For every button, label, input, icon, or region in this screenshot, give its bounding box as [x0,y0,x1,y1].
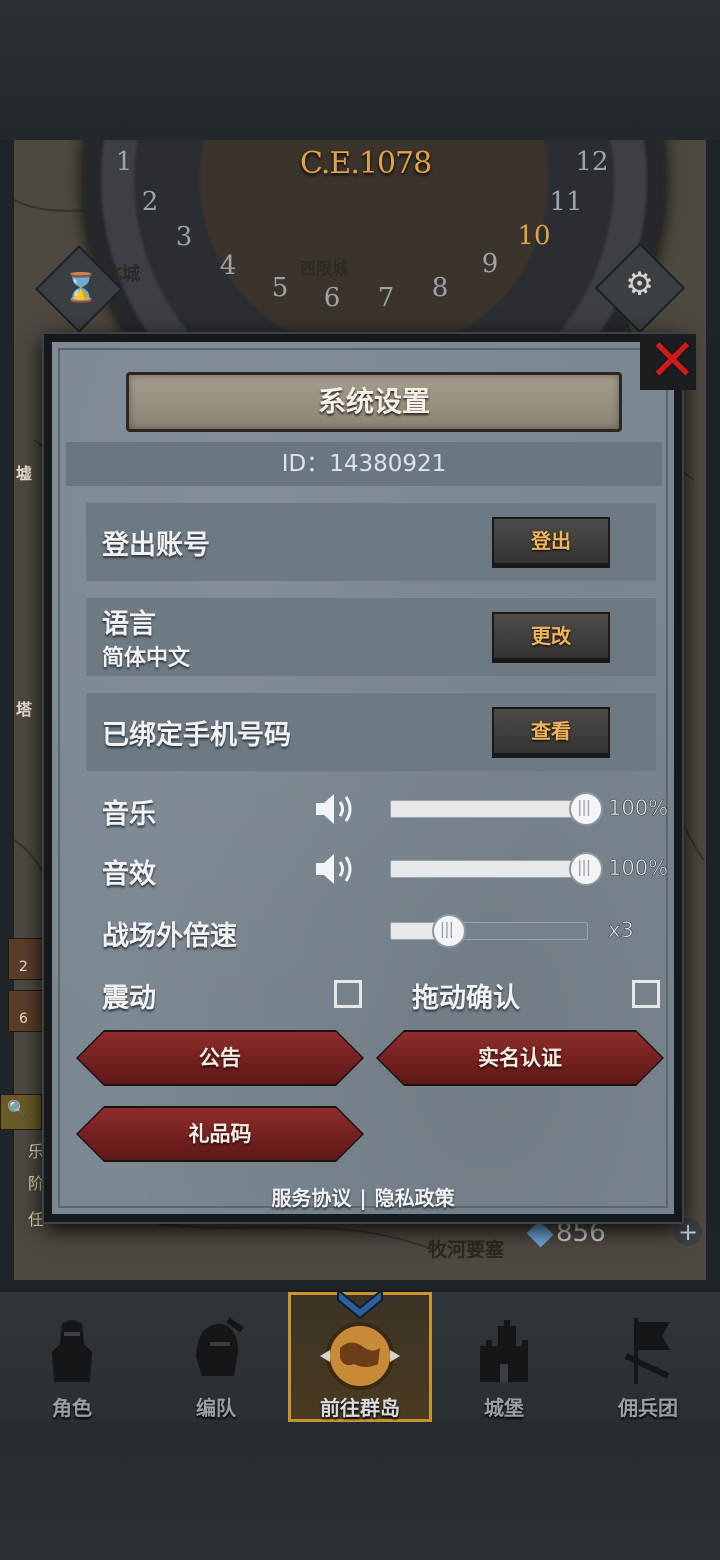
announcement-label: 公告 [199,1046,241,1070]
real-name-verify-button[interactable]: 实名认证 [378,1032,662,1084]
speaker-icon[interactable] [314,851,358,887]
speaker-icon[interactable] [314,791,358,827]
nav-label-formation: 编队 [196,1396,236,1420]
user-id-bar: ID：14380921 [66,442,662,486]
dial-number: 12 [575,147,608,177]
service-agreement-link[interactable]: 服务协议 [271,1186,351,1210]
view-phone-label: 查看 [531,719,571,743]
knight-icon [52,1320,92,1382]
search-icon: 🔍 [7,1099,27,1118]
side-badge: 2 [19,959,28,975]
music-label: 音乐 [102,799,156,830]
drag-confirm-checkbox[interactable] [632,980,660,1008]
gear-icon: ⚙ [625,264,654,303]
language-label: 语言 [102,609,156,640]
change-language-button[interactable]: 更改 [492,612,610,660]
resource-counter: 856 [526,1218,606,1248]
bottom-nav: 角色 编队 前往群岛 城堡 佣兵团 [0,1287,720,1422]
real-name-label: 实名认证 [478,1046,562,1070]
resource-value: 856 [556,1218,606,1248]
announcement-button[interactable]: 公告 [78,1032,362,1084]
title-plate: 系统设置 [126,372,622,432]
system-settings-dialog: ✕ 系统设置 ID：14380921 登出账号 登出 语言 简体中文 更改 已绑… [44,330,697,1222]
nav-label-castle: 城堡 [484,1396,524,1420]
dial-number: 5 [272,273,289,303]
dial-number: 11 [549,187,582,217]
view-phone-button[interactable]: 查看 [492,707,610,755]
privacy-policy-link[interactable]: 隐私政策 [375,1186,455,1210]
add-resource-button[interactable]: + [674,1218,702,1246]
dial-number: 7 [378,283,395,313]
dial-number-current: 10 [517,221,550,251]
search-button[interactable]: 🔍 [0,1094,42,1130]
nav-label-mercenary: 佣兵团 [618,1396,678,1420]
globe-icon [320,1322,400,1390]
music-percent: 100% [608,796,669,821]
nav-item-mercenary[interactable]: 佣兵团 [576,1292,720,1422]
speed-slider[interactable] [390,922,588,940]
phone-label: 已绑定手机号码 [102,720,291,751]
sound-label: 音效 [102,859,156,890]
dial-number: 9 [482,249,499,279]
gift-code-button[interactable]: 礼品码 [78,1108,362,1160]
nav-item-islands[interactable]: 前往群岛 [288,1287,432,1422]
footer-separator: | [359,1186,367,1210]
logout-button-label: 登出 [531,529,571,553]
speed-label: 战场外倍速 [102,921,237,952]
nav-label-character: 角色 [52,1396,92,1420]
change-language-label: 更改 [531,624,571,648]
logout-row: 登出账号 登出 [86,502,656,581]
phone-row: 已绑定手机号码 查看 [86,692,656,771]
music-slider[interactable] [390,800,588,818]
side-text: 任 [28,1210,45,1229]
dial-number: 8 [432,273,449,303]
map-label-west-city: 西限城 [300,259,349,278]
language-value: 简体中文 [102,646,191,671]
side-event-scroll[interactable]: 6 [8,990,44,1032]
dial-number: 4 [220,251,237,281]
helmet-icon [196,1317,244,1376]
castle-icon [480,1320,528,1382]
map-label-ruins: 墟 [16,464,33,483]
drag-confirm-label: 拖动确认 [412,983,520,1014]
language-row: 语言 简体中文 更改 [86,597,656,676]
close-button[interactable]: ✕ [640,330,697,390]
logout-button[interactable]: 登出 [492,517,610,565]
nav-item-formation[interactable]: 编队 [144,1292,288,1422]
bottom-letterbox [0,1420,720,1560]
gift-code-label: 礼品码 [188,1122,252,1146]
dialog-title: 系统设置 [317,385,430,418]
logout-label: 登出账号 [102,530,210,561]
side-quest-scroll[interactable]: 2 [8,938,44,980]
nav-item-character[interactable]: 角色 [0,1292,144,1422]
dial-number: 2 [142,187,159,217]
music-slider-knob[interactable] [569,792,603,826]
sound-slider[interactable] [390,860,588,878]
map-label-tower: 塔 [16,700,33,719]
gem-icon [526,1220,554,1247]
sound-slider-knob[interactable] [569,852,603,886]
vibration-checkbox[interactable] [334,980,362,1008]
nav-label-islands: 前往群岛 [320,1396,400,1420]
footer-links: 服务协议 | 隐私政策 [52,1182,674,1211]
user-id: ID：14380921 [281,451,447,477]
banner-icon [624,1318,670,1384]
hourglass-icon: ⌛ [63,271,99,305]
speed-value: x3 [608,918,634,943]
side-text: 阶 [28,1174,45,1193]
sound-percent: 100% [608,856,669,881]
dial-number: 6 [324,283,341,313]
speed-slider-knob[interactable] [431,914,466,948]
nav-item-castle[interactable]: 城堡 [432,1292,576,1422]
era-label: C.E.1078 [300,146,432,181]
map-place-name: 牧河要塞 [428,1239,505,1261]
side-badge: 6 [19,1011,28,1027]
close-icon: ✕ [648,326,697,394]
vibration-label: 震动 [102,983,156,1014]
dial-number: 3 [176,222,193,252]
dial-number: 1 [116,147,133,177]
side-text: 乐 [28,1142,45,1161]
